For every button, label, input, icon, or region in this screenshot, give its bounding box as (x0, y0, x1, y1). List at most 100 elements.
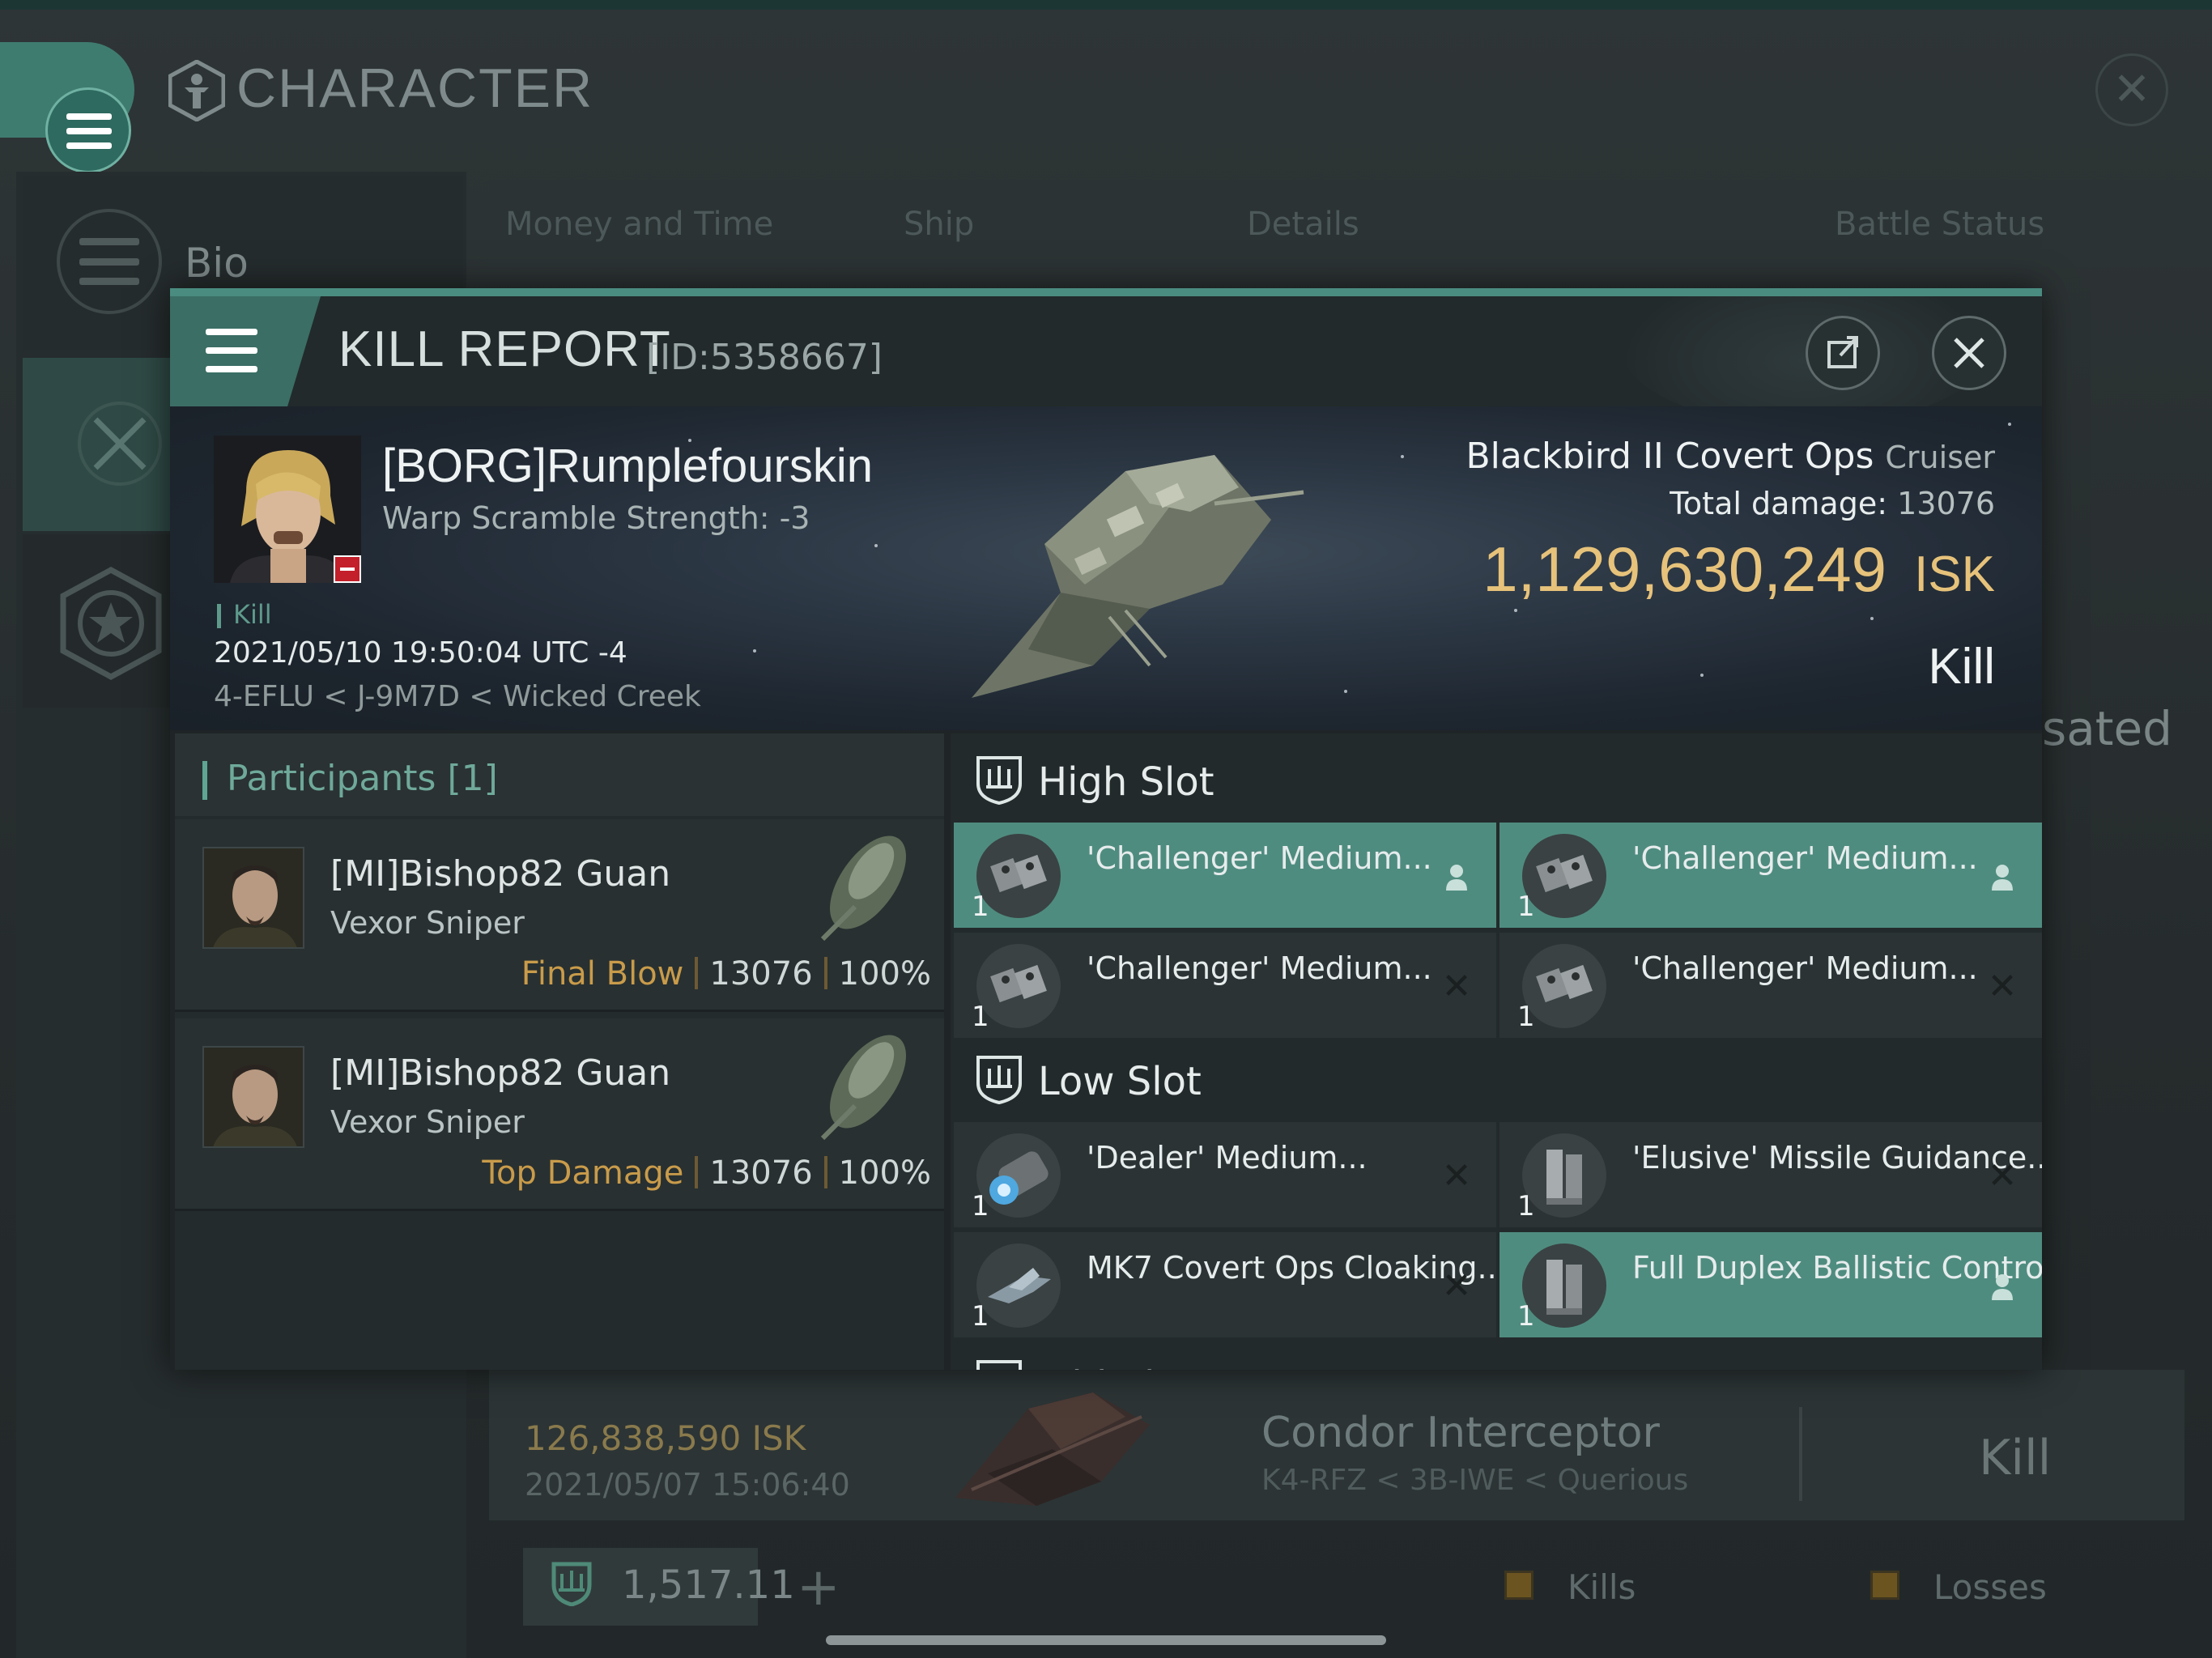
star-badge-icon (60, 567, 162, 680)
star (1344, 690, 1347, 693)
victim-name[interactable]: [BORG]Rumplefourskin (382, 439, 873, 493)
participants-panel: Participants [1] [MI]Bishop82 Guan Vexor… (175, 733, 944, 1370)
victim-ship-image (972, 455, 1304, 698)
slot-shield-icon (976, 1360, 1022, 1370)
bg-entry-ship-name: Condor Interceptor (1261, 1409, 1660, 1457)
kill-report-modal: KILL REPORT [ID:5358667] [BORG]Rumplefou… (170, 288, 2042, 1370)
bio-menu-icon (79, 238, 139, 285)
participant-stats: Top Damage 13076 100% (482, 1154, 931, 1192)
losses-legend-label[interactable]: Losses (1933, 1567, 2047, 1607)
mid-slot-title: Mid Slot (1038, 1363, 1193, 1370)
kill-tag-bar (217, 604, 221, 628)
hamburger-icon (206, 329, 257, 372)
module-name: 'Challenger' Medium... (1087, 840, 1432, 876)
modal-header: KILL REPORT [ID:5358667] (170, 296, 2042, 406)
stat-separator (823, 1156, 827, 1188)
kill-summary: [BORG]Rumplefourskin Warp Scramble Stren… (170, 406, 2042, 730)
ship-class-text: Cruiser (1885, 440, 1995, 475)
fitting-panel: High Slot 1 'Challenger' Medium... 1 'Ch… (951, 733, 2042, 1370)
page-close-button[interactable]: ✕ (2095, 53, 2168, 126)
module-item[interactable]: 1 'Challenger' Medium... (1499, 823, 2042, 928)
participant-ship: Vexor Sniper (330, 1104, 525, 1140)
slot-shield-icon (976, 756, 1022, 806)
participant-name[interactable]: [MI]Bishop82 Guan (330, 853, 670, 895)
participants-label: Participants (227, 758, 436, 799)
victim-portrait[interactable] (214, 436, 361, 583)
module-quantity: 1 (972, 1300, 989, 1333)
participants-header: Participants [1] (175, 733, 944, 816)
top-damage-tag: Top Damage (482, 1154, 684, 1192)
ship-name-text: Blackbird II Covert Ops (1465, 436, 1874, 477)
module-item[interactable]: 1 MK7 Covert Ops Cloaking... ✕ (954, 1232, 1507, 1337)
participant-ship-image (820, 1035, 906, 1141)
participants-count: [1] (447, 758, 498, 799)
participant-damage: 13076 (709, 1154, 813, 1192)
main-menu-button[interactable] (0, 42, 134, 173)
kill-tag: Kill (233, 599, 272, 630)
bg-entry-isk: 126,838,590 ISK (525, 1418, 806, 1458)
participants-accent-bar (202, 761, 207, 800)
character-icon (168, 60, 225, 121)
star (753, 649, 756, 653)
isk-value-number: 1,129,630,249 (1482, 534, 1887, 605)
share-icon (1827, 336, 1858, 368)
low-slot-title: Low Slot (1038, 1059, 1202, 1104)
bg-tab-details[interactable]: Details (1247, 206, 1359, 243)
participant-avatar-image (204, 848, 303, 947)
top-strip (0, 0, 2212, 10)
kill-location: 4-EFLU < J-9M7D < Wicked Creek (214, 680, 701, 713)
module-item[interactable]: 1 'Challenger' Medium... (954, 823, 1496, 928)
x-icon: ✕ (1441, 1155, 1472, 1197)
module-name: Full Duplex Ballistic Control... (1632, 1250, 2042, 1286)
participant-ship-image (820, 835, 906, 942)
kill-report-id: [ID:5358667] (646, 337, 883, 378)
victim-ship-name[interactable]: Blackbird II Covert Ops Cruiser (1465, 436, 1995, 477)
module-item[interactable]: 1 'Elusive' Missile Guidance... ✕ (1499, 1122, 2042, 1227)
x-icon: ✕ (1987, 966, 2018, 1007)
modal-title: KILL REPORT (338, 321, 671, 377)
isk-value: 1,129,630,249 ISK (1482, 533, 1995, 606)
share-button[interactable] (1806, 316, 1880, 390)
participant-name[interactable]: [MI]Bishop82 Guan (330, 1052, 670, 1094)
add-balance-button[interactable]: + (797, 1558, 840, 1618)
kill-date: 2021/05/10 19:50:04 UTC -4 (214, 636, 627, 670)
module-item[interactable]: 1 'Challenger' Medium... ✕ (954, 933, 1496, 1038)
balance-shield-icon (551, 1562, 592, 1606)
participant-avatar[interactable] (202, 1046, 304, 1148)
participant-row[interactable]: [MI]Bishop82 Guan Vexor Sniper Final Blo… (175, 819, 944, 1012)
participant-percent: 100% (838, 1154, 931, 1192)
module-quantity: 1 (1517, 891, 1535, 923)
star (874, 544, 878, 547)
participant-avatar[interactable] (202, 847, 304, 949)
modal-menu-button[interactable] (170, 296, 321, 406)
bg-entry-divider (1799, 1407, 1802, 1501)
bg-tab-battle-status[interactable]: Battle Status (1835, 206, 2044, 243)
home-indicator (826, 1635, 1386, 1645)
high-slot-header: High Slot (951, 733, 2042, 823)
x-icon: ✕ (1441, 1265, 1472, 1307)
module-name: 'Elusive' Missile Guidance... (1632, 1140, 2042, 1175)
module-quantity: 1 (972, 1001, 989, 1033)
bg-entry-result: Kill (1979, 1430, 2052, 1486)
bg-tab-ship[interactable]: Ship (904, 206, 974, 243)
participant-row[interactable]: [MI]Bishop82 Guan Vexor Sniper Top Damag… (175, 1018, 944, 1211)
kills-legend-label[interactable]: Kills (1568, 1567, 1636, 1607)
module-quantity: 1 (1517, 1190, 1535, 1222)
bg-tab-money[interactable]: Money and Time (505, 206, 773, 243)
module-item[interactable]: 1 'Challenger' Medium... ✕ (1499, 933, 2042, 1038)
module-item[interactable]: 1 'Dealer' Medium... ✕ (954, 1122, 1496, 1227)
participant-percent: 100% (838, 955, 931, 993)
module-quantity: 1 (972, 1190, 989, 1222)
module-item[interactable]: 1 Full Duplex Ballistic Control... (1499, 1232, 2042, 1337)
participant-avatar-image (204, 1048, 303, 1146)
stat-separator (823, 957, 827, 989)
participant-stats: Final Blow 13076 100% (521, 955, 931, 993)
star (1514, 609, 1517, 612)
security-status-badge (334, 555, 361, 583)
modal-close-button[interactable] (1932, 316, 2006, 390)
star (2008, 423, 2011, 426)
module-name: 'Dealer' Medium... (1087, 1140, 1368, 1175)
bg-entry-isk-unit: ISK (751, 1418, 806, 1458)
bg-partial-text: sated (2042, 701, 2173, 756)
x-icon: ✕ (1441, 966, 1472, 1007)
